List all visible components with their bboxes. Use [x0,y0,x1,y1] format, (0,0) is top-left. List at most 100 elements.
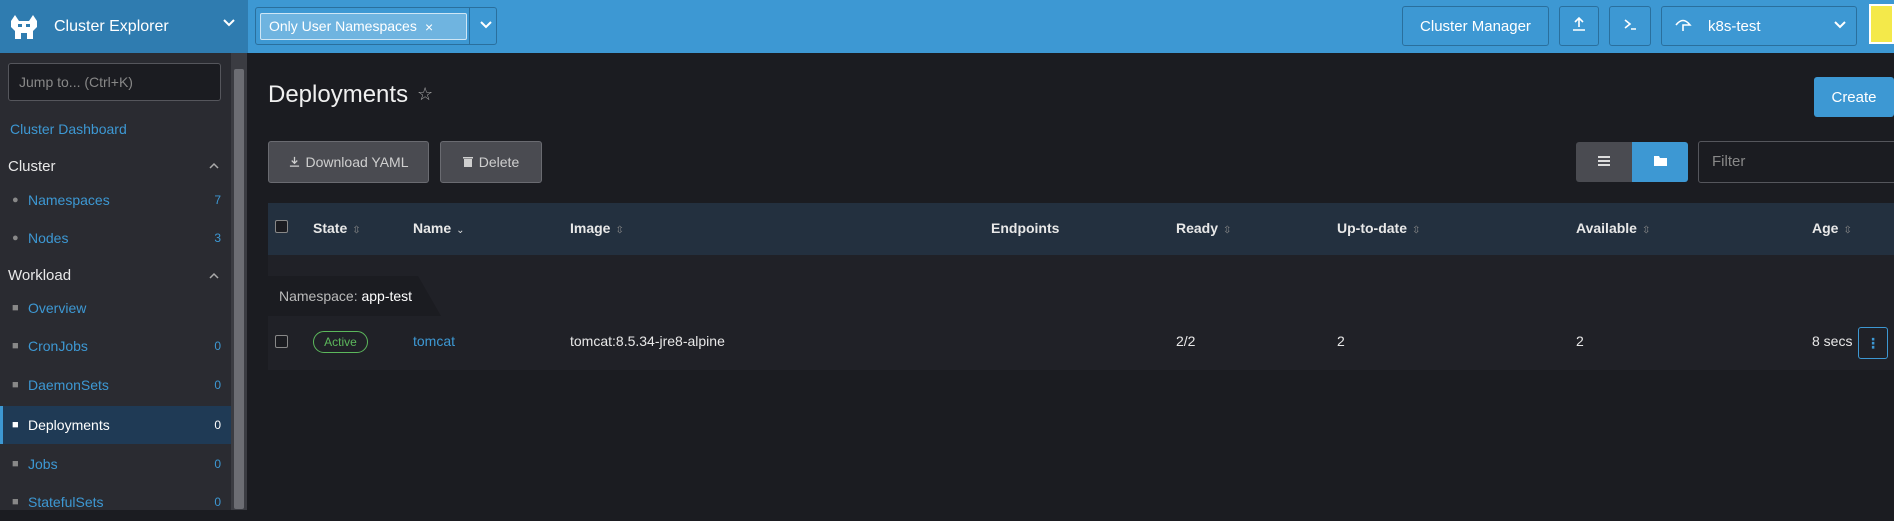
available-cell: 2 [1576,333,1584,349]
sidebar-item-overview[interactable]: ■ Overview [0,289,231,327]
create-button[interactable]: Create [1814,77,1894,117]
sort-icon: ⇳ [352,225,361,236]
column-available-label: Available [1576,220,1637,236]
sidebar-item-label: Jobs [28,456,58,472]
remove-chip-icon[interactable]: × [425,19,433,35]
ready-cell: 2/2 [1176,333,1196,349]
group-workload[interactable]: Workload [8,267,71,284]
user-avatar[interactable] [1869,4,1894,44]
sidebar: Jump to... (Ctrl+K) Cluster Dashboard Cl… [0,53,231,510]
page-title: Deployments [268,81,409,108]
group-value: app-test [361,288,413,304]
delete-button[interactable]: Delete [440,141,542,183]
cluster-manager-label: Cluster Manager [1420,17,1531,35]
terminal-icon [1622,16,1638,36]
kubectl-shell-button[interactable] [1609,6,1651,46]
column-state[interactable]: State ⇳ [313,220,361,236]
chevron-down-icon [1832,17,1848,37]
folder-icon [1653,155,1667,169]
status-badge: Active [313,331,368,353]
sidebar-item-namespaces[interactable]: ● Namespaces 7 [0,181,231,219]
count-badge: 0 [214,378,221,392]
more-vertical-icon: ⋮ [1866,334,1880,351]
column-image[interactable]: Image ⇳ [570,220,624,236]
sidebar-scrollbar[interactable] [231,53,247,510]
group-label: Namespace: [279,288,358,304]
sidebar-item-label: CronJobs [28,338,88,354]
cluster-manager-button[interactable]: Cluster Manager [1402,6,1549,46]
column-state-label: State [313,220,348,236]
cluster-explorer-menu[interactable]: Cluster Explorer [0,0,248,53]
top-header: Cluster Explorer Only User Namespaces × … [0,0,1894,53]
count-badge: 0 [214,495,221,509]
row-checkbox[interactable] [275,335,288,348]
sidebar-item-statefulsets[interactable]: ■ StatefulSets 0 [0,483,231,521]
delete-label: Delete [478,154,520,170]
view-toggle[interactable] [1576,142,1688,182]
select-all-checkbox[interactable] [275,220,288,233]
folder-icon: ■ [12,458,19,470]
jump-to-input[interactable]: Jump to... (Ctrl+K) [8,63,221,101]
column-age[interactable]: Age ⇳ [1812,220,1852,236]
group-by-namespace-toggle[interactable] [1632,142,1688,182]
column-name[interactable]: Name ⌄ [413,220,465,236]
sort-icon: ⇳ [1412,225,1421,236]
cluster-icon [1674,16,1694,36]
sidebar-item-daemonsets[interactable]: ■ DaemonSets 0 [0,366,231,404]
filter-input[interactable]: Filter [1698,141,1894,183]
status-label: Active [324,335,357,349]
namespace-chip-label: Only User Namespaces [269,18,417,34]
cluster-name: k8s-test [1708,17,1761,35]
column-uptodate[interactable]: Up-to-date ⇳ [1337,220,1420,236]
count-badge: 0 [214,418,221,432]
chevron-up-icon[interactable] [209,160,219,174]
column-endpoints-label: Endpoints [991,220,1060,236]
sort-icon: ⇳ [1641,225,1651,236]
column-available[interactable]: Available ⇳ [1576,220,1650,236]
upload-icon [1571,16,1587,36]
favorite-star-icon[interactable]: ☆ [417,84,433,105]
filter-placeholder: Filter [1712,153,1746,170]
chevron-down-icon [222,16,236,35]
import-yaml-button[interactable] [1559,6,1599,46]
sort-icon: ⇳ [615,225,624,236]
folder-icon: ■ [12,302,19,314]
sidebar-item-deployments[interactable]: ■ Deployments 0 [0,406,231,444]
download-icon [289,154,300,170]
chevron-up-icon[interactable] [209,270,219,284]
column-age-label: Age [1812,220,1839,236]
sidebar-item-jobs[interactable]: ■ Jobs 0 [0,445,231,483]
column-ready[interactable]: Ready ⇳ [1176,220,1231,236]
globe-icon: ● [12,232,19,244]
deployment-name-link[interactable]: tomcat [413,333,455,349]
rancher-logo-icon [4,7,44,47]
sort-icon: ⌄ [456,225,465,236]
jump-placeholder: Jump to... (Ctrl+K) [19,74,133,90]
image-cell: tomcat:8.5.34-jre8-alpine [570,333,725,349]
table-body: Namespace: app-test Active tomcat tomcat… [268,255,1894,370]
cluster-dashboard-link[interactable]: Cluster Dashboard [10,121,127,137]
cluster-selector[interactable]: k8s-test [1661,6,1857,46]
sidebar-item-label: DaemonSets [28,377,109,393]
sidebar-item-nodes[interactable]: ● Nodes 3 [0,219,231,257]
sidebar-item-cronjobs[interactable]: ■ CronJobs 0 [0,327,231,365]
group-cluster[interactable]: Cluster [8,158,56,175]
download-yaml-label: Download YAML [305,154,409,170]
namespace-group-row: Namespace: app-test [268,276,441,316]
download-yaml-button[interactable]: Download YAML [268,141,429,183]
list-icon [1598,155,1610,169]
chevron-down-icon[interactable] [478,17,494,38]
create-label: Create [1831,88,1877,106]
row-actions-button[interactable]: ⋮ [1858,327,1888,359]
folder-icon: ■ [12,419,19,431]
flat-list-toggle[interactable] [1576,142,1632,182]
column-uptodate-label: Up-to-date [1337,220,1407,236]
count-badge: 3 [214,231,221,245]
trash-icon [462,154,473,170]
sort-icon: ⇳ [1223,225,1232,236]
namespace-filter[interactable]: Only User Namespaces × [255,7,497,45]
count-badge: 7 [214,193,221,207]
app-title: Cluster Explorer [54,17,169,35]
uptodate-cell: 2 [1337,333,1345,349]
scrollbar-thumb[interactable] [234,69,244,509]
